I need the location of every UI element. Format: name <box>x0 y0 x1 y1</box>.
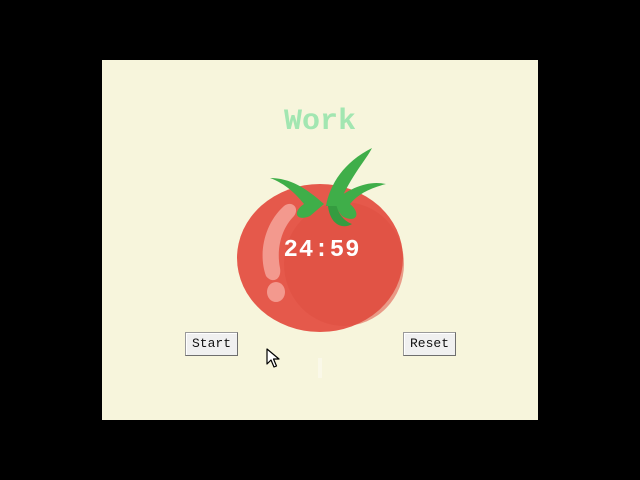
reset-button[interactable]: Reset <box>403 332 456 356</box>
start-button[interactable]: Start <box>185 332 238 356</box>
cursor-trail <box>318 358 322 378</box>
timer-display: 24:59 <box>283 237 361 264</box>
mouse-pointer-icon <box>266 348 280 368</box>
mode-title: Work <box>283 105 356 139</box>
